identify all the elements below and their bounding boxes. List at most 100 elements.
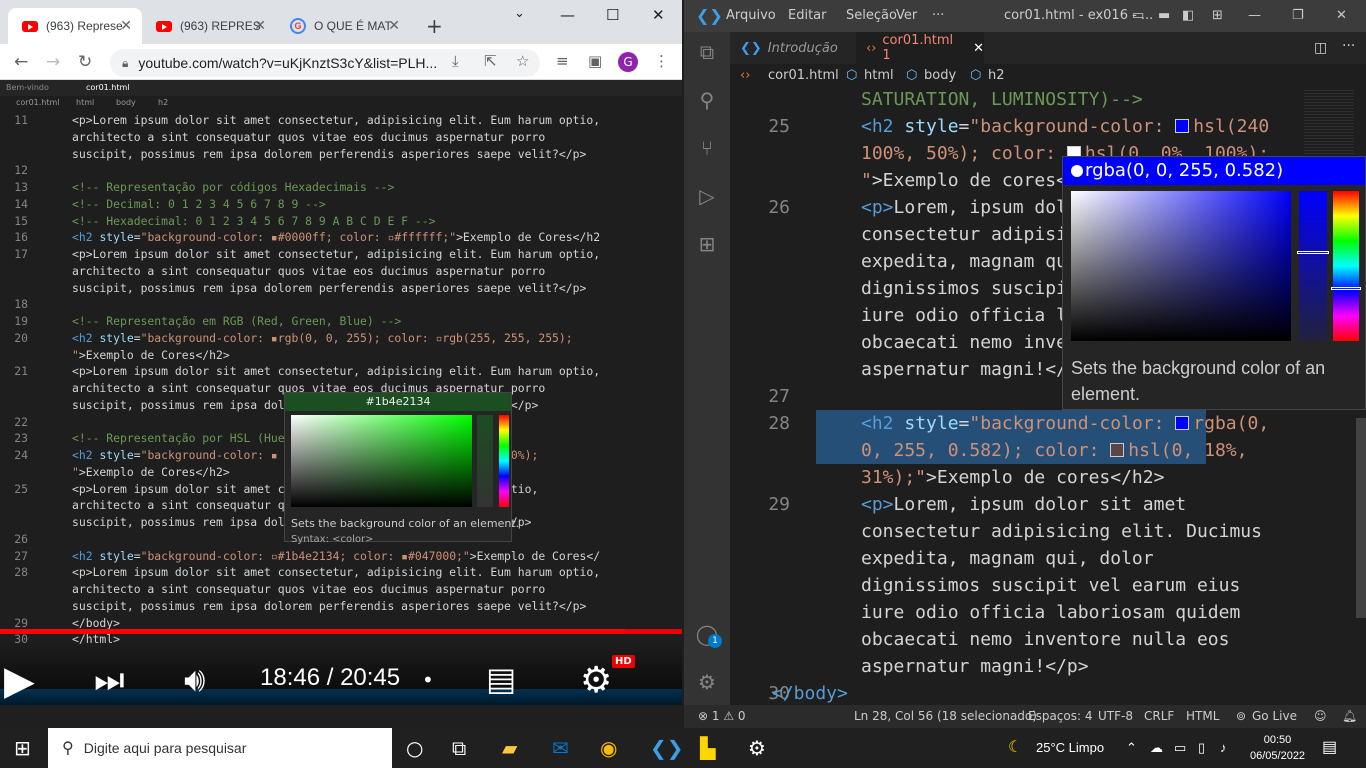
code-line[interactable]: 30 </body> [730,680,1270,705]
color-swatch[interactable] [1110,442,1125,457]
cloud-icon[interactable]: ☁ [1150,740,1163,756]
browser-tab-2[interactable]: (963) REPRES ✕ [142,8,276,44]
tab-introducao[interactable]: ❮❯ Introdução [730,32,856,64]
code-line[interactable]: obcaecati nemo inventore nulla eos [730,626,1270,653]
encoding[interactable]: UTF-8 [1098,709,1133,723]
explorer-icon[interactable]: ⧉ [695,40,719,64]
settings-gear-icon[interactable]: ⚙ [580,660,612,701]
menu-editar[interactable]: Editar [788,8,827,23]
back-icon[interactable]: ← [14,52,28,72]
close-tab-icon[interactable]: ✕ [973,41,984,56]
problems-indicator[interactable]: ⊗ 1 ⚠ 0 [698,709,746,723]
sidebar-toggle-icon[interactable]: ◧ [1182,8,1194,23]
network-icon[interactable]: ▯ [1198,740,1205,756]
tab-cor01[interactable]: ‹› cor01.html 1 ✕ [856,32,984,64]
go-live-button[interactable]: Go Live [1252,709,1297,723]
crumb-file[interactable]: cor01.html [768,68,839,83]
menu-selecao[interactable]: Seleção [846,8,897,23]
browser-tab-3[interactable]: G O QUE É MAT ✕ [276,8,410,44]
close-window-icon[interactable]: ✕ [652,6,665,24]
crumb-html[interactable]: html [864,68,894,83]
picker-original-color[interactable] [1071,165,1083,177]
code-line[interactable]: consectetur adipisicing elit. Ducimus [730,518,1270,545]
panel-toggle-icon[interactable]: ▬ [1158,8,1170,23]
menu-arquivo[interactable]: Arquivo [726,8,776,23]
browser-tab-1[interactable]: (963) Represe ✕ [8,8,142,44]
minimize-icon[interactable]: — [1248,8,1261,23]
code-line[interactable]: dignissimos suscipit vel earum eius [730,572,1270,599]
taskbar-search[interactable]: ⚲ Digite aqui para pesquisar [48,728,392,768]
more-actions-icon[interactable]: ··· [1342,38,1355,54]
source-control-icon[interactable]: ⑂ [695,136,719,160]
new-tab-button[interactable]: + [426,14,443,38]
restore-icon[interactable]: ❐ [1292,8,1304,23]
search-icon[interactable]: ⚲ [695,88,719,112]
manage-gear-icon[interactable]: ⚙ [695,670,719,694]
code-line[interactable]: 0, 255, 0.582); color: hsl(0, 18%, [816,437,1247,464]
picker-header[interactable]: rgba(0, 0, 255, 0.582) [1063,157,1365,185]
menu-ver[interactable]: Ver [896,8,917,23]
color-swatch[interactable] [1175,415,1190,430]
forward-icon[interactable]: → [46,52,60,72]
feedback-icon[interactable]: ☺ [1314,709,1327,723]
close-tab-icon[interactable]: ✕ [388,17,400,34]
color-swatch[interactable] [1175,118,1190,133]
code-line[interactable]: 29 <p>Lorem, ipsum dolor sit amet [730,491,1270,518]
cortana-icon[interactable]: ○ [406,736,423,760]
side-panel-icon[interactable]: ▣ [588,52,602,70]
install-icon[interactable]: ⤓ [452,52,459,70]
split-editor-icon[interactable]: ◫ [1314,40,1327,56]
volume-icon[interactable]: 🔊︎ [184,660,205,700]
vscode-taskbar-icon[interactable]: ❮❯ [650,736,684,760]
media-queue-icon[interactable]: ≡ [556,52,569,70]
run-debug-icon[interactable]: ▷ [695,184,719,208]
code-line[interactable]: iure odio officia laboriosam quidem [730,599,1270,626]
minimize-icon[interactable]: — [560,6,575,24]
subtitles-icon[interactable]: ▤ [486,660,516,698]
settings-icon[interactable]: ⚙ [748,736,766,760]
video-progress-bar[interactable] [0,629,682,634]
reload-icon[interactable]: ↻ [78,52,92,72]
volume-icon[interactable]: ♪ [1220,740,1227,755]
close-window-icon[interactable]: ✕ [1336,8,1347,23]
maximize-icon[interactable]: ☐ [606,6,619,24]
crumb-h2[interactable]: h2 [988,68,1005,83]
code-line[interactable]: 28 <h2 style="background-color: rgba(0, [768,410,1269,437]
share-icon[interactable]: ⇱ [484,52,497,70]
crumb-body[interactable]: body [924,68,956,83]
battery-icon[interactable]: ▭ [1174,740,1186,756]
picker-hue-slider[interactable] [1331,191,1361,341]
address-bar[interactable]: 🔒︎ youtube.com/watch?v=uKjKnztS3cY&list=… [110,49,540,77]
extensions-icon[interactable]: ⊞ [695,232,719,256]
cursor-position[interactable]: Ln 28, Col 56 (18 selecionado) [854,709,1037,723]
code-line[interactable]: 25 <h2 style="background-color: hsl(240, [730,113,1270,140]
picker-saturation-box[interactable] [1071,191,1291,341]
task-view-icon[interactable]: ⧉ [452,736,466,760]
next-icon[interactable]: ⏭ [94,660,125,700]
bookmark-star-icon[interactable]: ☆ [516,52,529,70]
code-line[interactable]: aspernatur magni!</p> [730,653,1270,680]
play-icon[interactable]: ▶ [4,658,35,704]
code-line[interactable]: SATURATION, LUMINOSITY)--> [730,88,1270,113]
windows-start-icon[interactable]: ⊞ [14,736,31,760]
notification-center-icon[interactable]: ▤ [1322,737,1337,757]
code-line[interactable]: 31%);">Exemplo de cores</h2> [730,464,1270,491]
notifications-icon[interactable]: 🔔︎ [1342,709,1357,723]
avatar[interactable]: G [618,52,638,72]
language-mode[interactable]: HTML [1186,709,1219,723]
file-explorer-icon[interactable]: ▰ [502,736,517,760]
layout-icon[interactable]: ▭ [1132,8,1144,23]
sticky-notes-icon[interactable]: ▙ [700,736,715,760]
indentation[interactable]: Espaços: 4 [1028,709,1093,723]
clock[interactable]: 00:50 06/05/2022 [1250,732,1305,764]
menu-more[interactable]: ··· [932,8,944,23]
chrome-menu-icon[interactable]: ⋮ [654,52,669,70]
tab-search-icon[interactable]: ⌄ [514,6,525,21]
code-line[interactable]: expedita, magnam qui, dolor [730,545,1270,572]
tray-chevron-icon[interactable]: ⌃ [1126,740,1137,756]
weather-text[interactable]: 25°C Limpo [1036,740,1104,755]
chrome-taskbar-icon[interactable]: ◉ [600,736,617,760]
picker-opacity-slider[interactable] [1297,191,1329,341]
customize-layout-icon[interactable]: ⊞ [1212,8,1223,23]
line-ending[interactable]: CRLF [1144,709,1174,723]
